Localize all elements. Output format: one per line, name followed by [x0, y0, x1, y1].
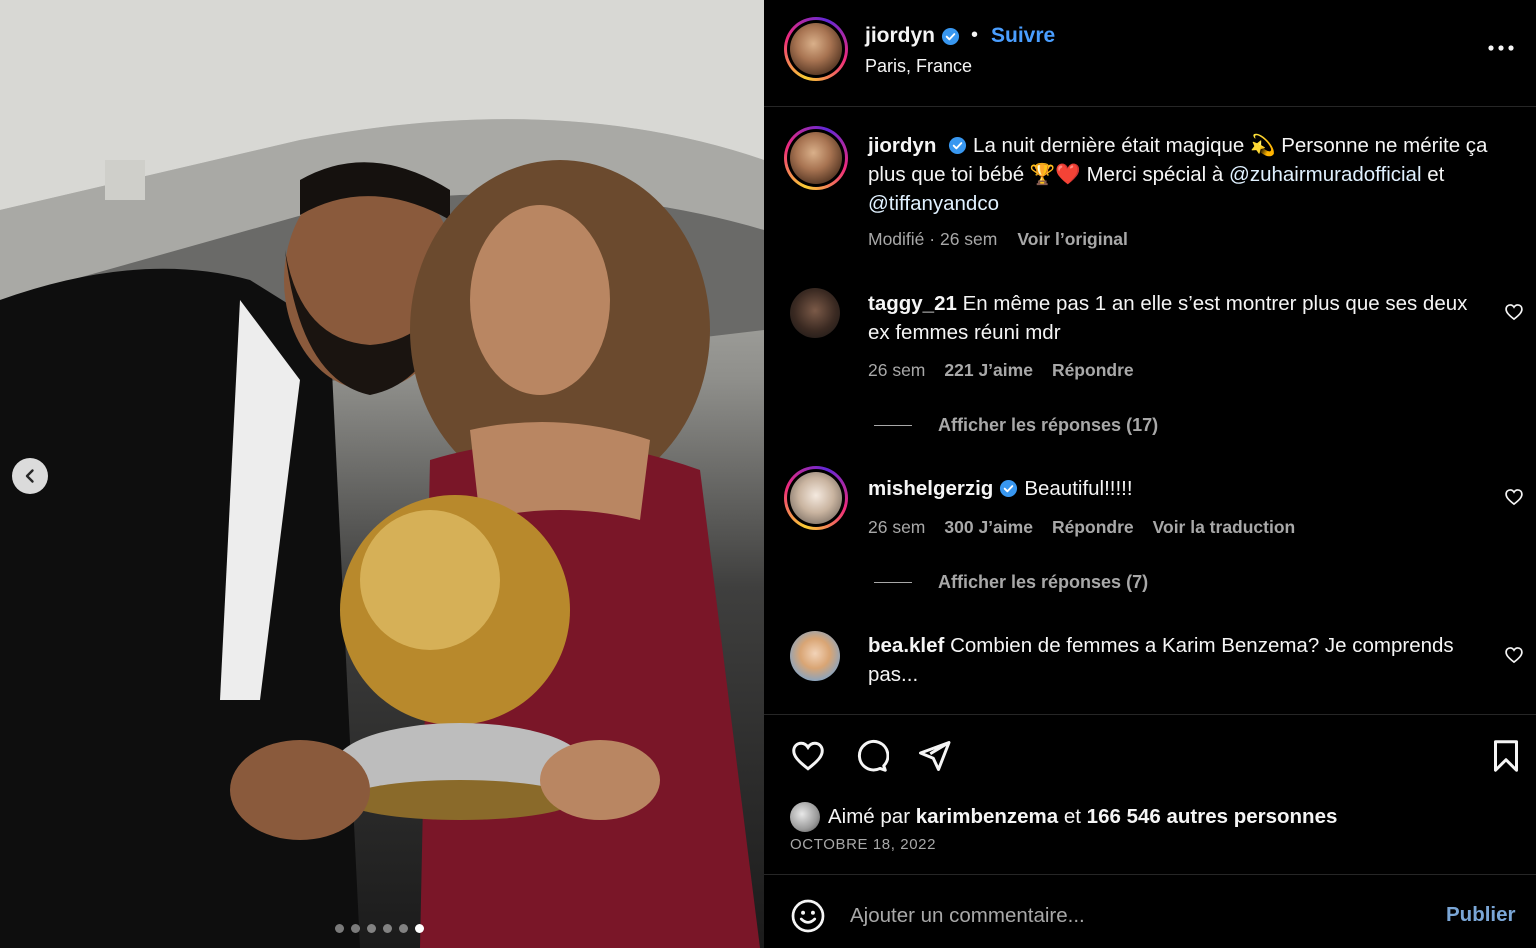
view-replies-button[interactable]: Afficher les réponses (17): [874, 415, 1158, 436]
see-original-button[interactable]: Voir l’original: [1017, 229, 1128, 250]
like-comment-heart-icon[interactable]: [1504, 645, 1524, 665]
post-date: OCTOBRE 18, 2022: [790, 836, 937, 853]
see-translation-button[interactable]: Voir la traduction: [1153, 517, 1296, 538]
photo-scene: [0, 0, 764, 948]
emoji-smiley-icon[interactable]: [790, 898, 826, 934]
more-horizontal-icon[interactable]: [1486, 36, 1516, 60]
carousel-dot: [367, 924, 376, 933]
caption-conjunction: et: [1421, 163, 1445, 186]
liked-by-mid: et: [1058, 805, 1087, 828]
post-details-panel: jiordyn • Suivre Paris, France jiordyn L…: [764, 0, 1536, 948]
comment-likes-count[interactable]: 300 J’aime: [944, 517, 1033, 538]
meta-dot: ·: [924, 229, 940, 249]
liked-by: Aimé par karimbenzema et 166 546 autres …: [790, 802, 1337, 832]
comment-input[interactable]: [850, 898, 1410, 934]
author-username-link[interactable]: jiordyn: [865, 24, 960, 48]
liked-by-avatar[interactable]: [790, 802, 820, 832]
edited-label: Modifié: [868, 229, 925, 249]
verified-badge-icon: [941, 27, 960, 45]
liked-by-user[interactable]: karimbenzema: [916, 805, 1058, 829]
carousel-dot: [335, 924, 344, 933]
comment-username[interactable]: taggy_21: [868, 292, 957, 315]
commenter-avatar-mishel[interactable]: [784, 466, 848, 530]
caption-username[interactable]: jiordyn: [868, 134, 936, 157]
likes-count-button[interactable]: 166 546 autres personnes: [1087, 805, 1338, 829]
previous-slide-button[interactable]: [12, 458, 48, 494]
comment-text: En même pas 1 an elle s’est montrer plus…: [868, 292, 1468, 344]
caption-mention-tiffany[interactable]: @tiffanyandco: [868, 192, 999, 215]
reply-button[interactable]: Répondre: [1052, 360, 1134, 381]
verified-badge-icon: [1000, 479, 1018, 498]
commenter-avatar-taggy[interactable]: [790, 288, 840, 338]
comment-meta-mishel: 26 sem 300 J’aime Répondre Voir la tradu…: [868, 517, 1295, 538]
like-comment-heart-icon[interactable]: [1504, 302, 1524, 322]
carousel-dot: [415, 924, 424, 933]
caption-meta: Modifié · 26 sem Voir l’original: [868, 229, 1128, 250]
comment-likes-count[interactable]: 221 J’aime: [944, 360, 1033, 381]
replies-line: [874, 582, 912, 583]
carousel-dot: [383, 924, 392, 933]
view-replies-button[interactable]: Afficher les réponses (7): [874, 572, 1148, 593]
comment-taggy: taggy_21 En même pas 1 an elle s’est mon…: [868, 289, 1488, 347]
author-avatar[interactable]: [784, 17, 848, 81]
view-replies-label: Afficher les réponses (17): [938, 415, 1159, 435]
caption-time: 26 sem: [939, 229, 998, 249]
verified-badge-icon: [948, 136, 967, 155]
comment-time: 26 sem: [868, 360, 926, 380]
commenter-avatar-bea[interactable]: [790, 631, 840, 681]
share-send-icon[interactable]: [916, 738, 952, 774]
carousel-dot: [399, 924, 408, 933]
caption-author-avatar[interactable]: [784, 126, 848, 190]
liked-by-prefix: Aimé par: [828, 805, 916, 828]
follow-button[interactable]: Suivre: [991, 24, 1055, 48]
post-caption: jiordyn La nuit dernière était magique 💫…: [868, 131, 1488, 218]
view-replies-label: Afficher les réponses (7): [938, 572, 1149, 592]
publish-button[interactable]: Publier: [1446, 903, 1516, 927]
comment-text: Combien de femmes a Karim Benzema? Je co…: [868, 634, 1454, 686]
like-comment-heart-icon[interactable]: [1504, 487, 1524, 507]
caption-mention-zuhairmurad[interactable]: @zuhairmuradofficial: [1229, 163, 1422, 186]
author-username: jiordyn: [865, 24, 936, 47]
comment-text: Beautiful!!!!!: [1024, 477, 1133, 500]
actions-divider: [764, 714, 1536, 715]
comment-meta-taggy: 26 sem 221 J’aime Répondre: [868, 360, 1134, 381]
comment-bubble-icon[interactable]: [853, 738, 889, 774]
comment-mishel: mishelgerzig Beautiful!!!!!: [868, 474, 1488, 503]
carousel-indicator: [335, 924, 424, 933]
comment-bar: Publier: [764, 874, 1536, 948]
carousel-dot: [351, 924, 360, 933]
bookmark-save-icon[interactable]: [1488, 738, 1524, 774]
reply-button[interactable]: Répondre: [1052, 517, 1134, 538]
comment-username[interactable]: bea.klef: [868, 634, 944, 657]
comment-bea: bea.klef Combien de femmes a Karim Benze…: [868, 631, 1488, 689]
like-heart-icon[interactable]: [790, 738, 826, 774]
header-separator: •: [971, 24, 979, 46]
comment-username[interactable]: mishelgerzig: [868, 474, 993, 503]
post-photo: [0, 0, 764, 948]
comments-scroll-fade: [764, 700, 1536, 714]
comment-time: 26 sem: [868, 517, 926, 537]
header-divider: [764, 106, 1536, 107]
chevron-left-icon: [25, 469, 34, 483]
replies-line: [874, 425, 912, 426]
post-location[interactable]: Paris, France: [865, 56, 972, 77]
